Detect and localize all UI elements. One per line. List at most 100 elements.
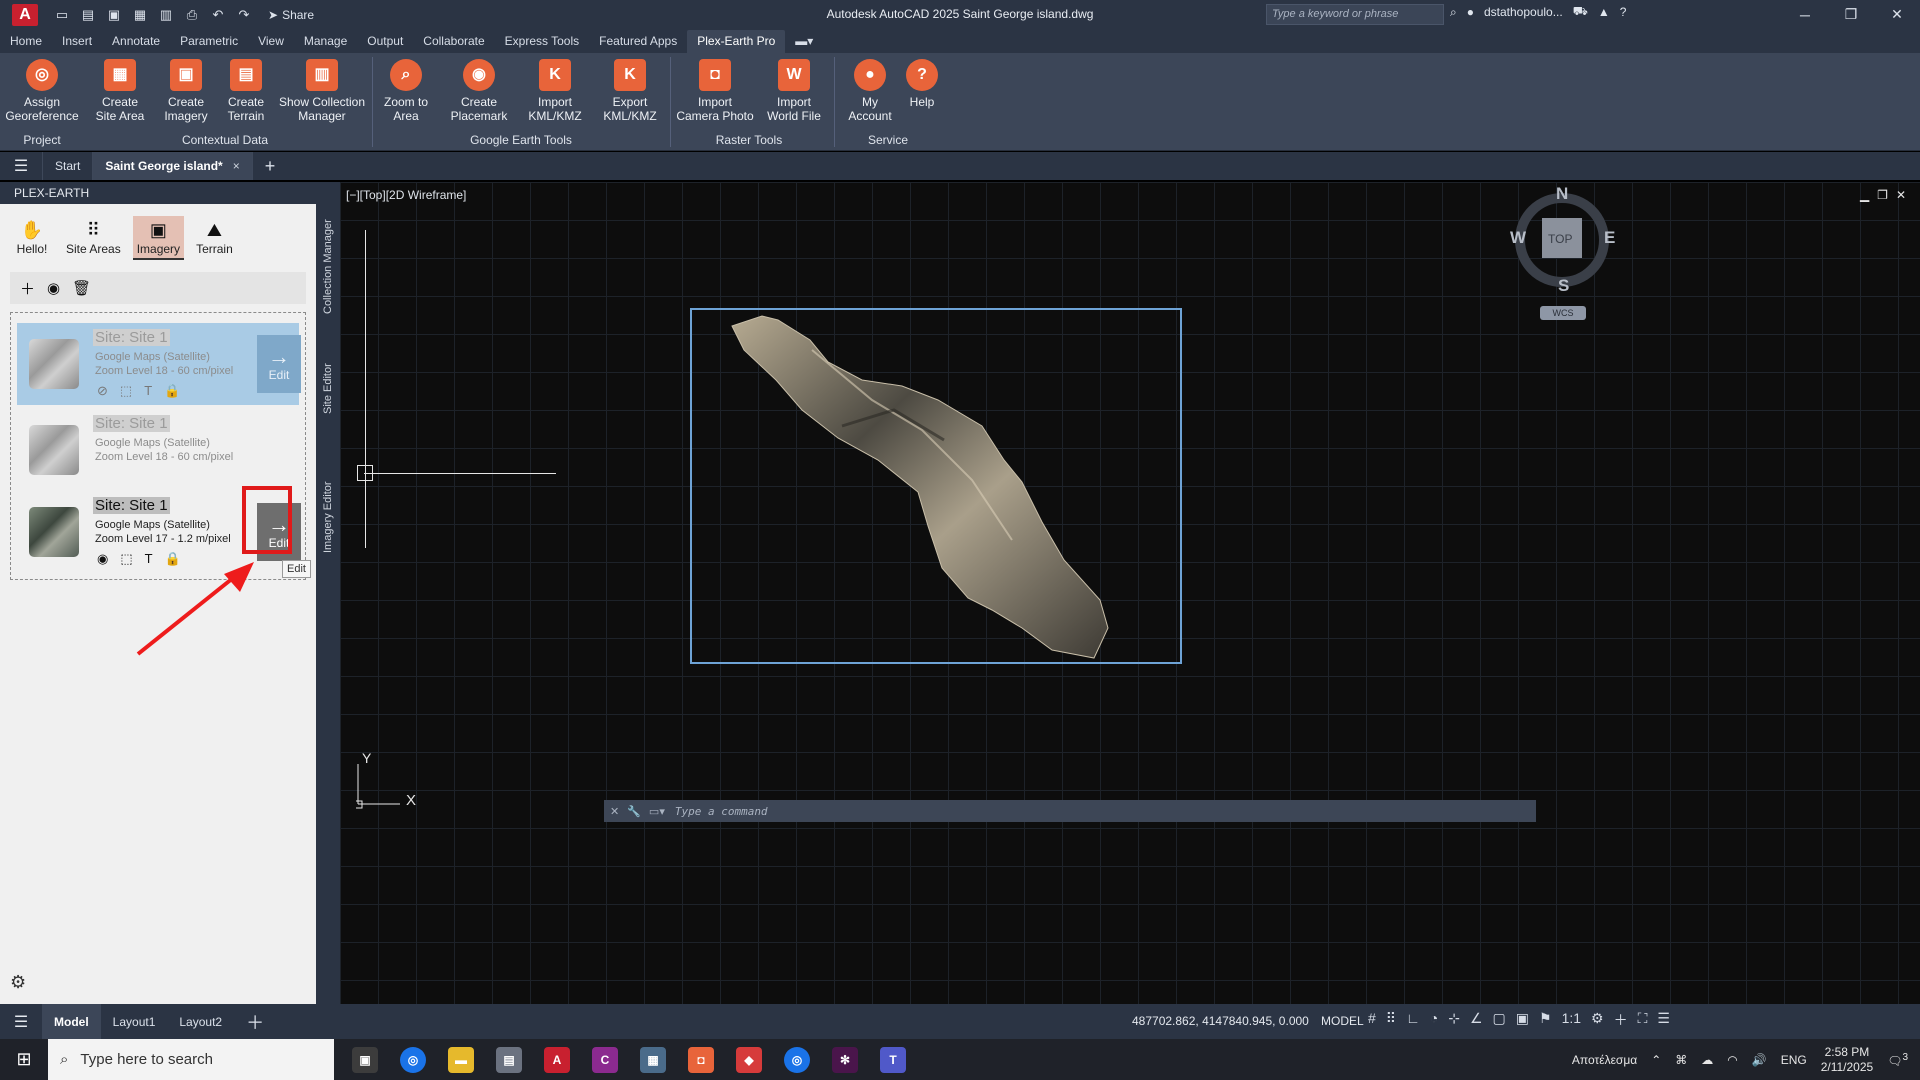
tab-site-areas[interactable]: ⠿ Site Areas <box>62 216 125 260</box>
autodesk-icon[interactable]: ▲ <box>1598 5 1610 19</box>
autocad-icon[interactable]: A <box>544 1046 570 1073</box>
wcs-menu[interactable]: WCS <box>1540 306 1586 320</box>
network-icon[interactable]: ⌘ <box>1675 1053 1687 1067</box>
tab-plex-earth-pro[interactable]: Plex-Earth Pro <box>687 30 786 53</box>
tab-home[interactable]: Home <box>0 30 52 53</box>
web-open-icon[interactable]: ▥ <box>156 6 176 24</box>
help-icon[interactable]: ? <box>1620 5 1627 19</box>
task-view-icon[interactable]: ▣ <box>352 1046 378 1073</box>
hamburger-menu-icon[interactable]: ☰ <box>0 156 42 176</box>
compass-west[interactable]: W <box>1510 228 1526 248</box>
zoom-to-area-button[interactable]: ⌕ Zoom to Area <box>376 59 436 123</box>
isolate-icon[interactable]: ⛶ <box>1638 1010 1648 1030</box>
transparency-icon[interactable]: ▢ <box>1493 1010 1506 1030</box>
minimize-icon[interactable]: ▁ <box>1860 188 1869 202</box>
tab-imagery[interactable]: ▣ Imagery <box>132 216 185 260</box>
drawing-canvas[interactable]: [−][Top][2D Wireframe] ▁ ❐ ✕ Y X N S E W… <box>340 182 1920 1004</box>
osnap-icon[interactable]: ⊹ <box>1448 1010 1460 1030</box>
teams-icon[interactable]: T <box>880 1046 906 1073</box>
notifications-icon[interactable]: 🗨3 <box>1887 1052 1908 1068</box>
help-button[interactable]: ? Help <box>906 59 938 109</box>
export-kml-button[interactable]: K Export KML/KMZ <box>598 59 662 123</box>
wifi-icon[interactable]: ◠ <box>1727 1053 1737 1067</box>
ribbon-options-icon[interactable]: ▬▾ <box>785 30 823 53</box>
text-icon[interactable]: T <box>144 383 152 399</box>
minimize-icon[interactable]: ─ <box>1782 0 1828 29</box>
tab-hello[interactable]: ✋ Hello! <box>10 216 54 260</box>
eye-icon[interactable]: ◉ <box>47 279 60 297</box>
gear-icon[interactable]: ⚙ <box>1591 1010 1604 1030</box>
model-space-toggle[interactable]: MODEL <box>1321 1014 1364 1028</box>
customize-icon[interactable]: ☰ <box>1657 1010 1670 1030</box>
import-world-file-button[interactable]: W Import World File <box>758 59 830 123</box>
onedrive-icon[interactable]: ☁ <box>1701 1053 1713 1067</box>
settings-gear-icon[interactable]: ⚙ <box>10 972 26 993</box>
keyword-search-input[interactable]: Type a keyword or phrase <box>1266 4 1444 25</box>
tab-model[interactable]: Model <box>42 1004 101 1039</box>
snap-icon[interactable]: ⠿ <box>1386 1010 1396 1030</box>
tab-insert[interactable]: Insert <box>52 30 102 53</box>
command-history-icon[interactable]: ▭▾ <box>649 805 665 818</box>
anydesk-icon[interactable]: ◆ <box>736 1046 762 1073</box>
taskbar-search-input[interactable]: ⌕ Type here to search <box>48 1039 334 1080</box>
open-icon[interactable]: ▤ <box>78 6 98 24</box>
viewcube[interactable]: N S E W TOP <box>1510 184 1615 295</box>
import-camera-photo-button[interactable]: ◘ Import Camera Photo <box>674 59 756 123</box>
viewcube-top-face[interactable]: TOP <box>1548 232 1572 246</box>
annotation-icon[interactable]: ⚑ <box>1539 1010 1552 1030</box>
tab-layout1[interactable]: Layout1 <box>101 1015 168 1029</box>
grid-icon[interactable]: # <box>1368 1010 1376 1030</box>
create-site-area-button[interactable]: ▦ Create Site Area <box>90 59 150 123</box>
wrench-icon[interactable]: 🔧 <box>627 805 641 818</box>
tab-collaborate[interactable]: Collaborate <box>413 30 494 53</box>
redo-icon[interactable]: ↷ <box>234 6 254 24</box>
restore-icon[interactable]: ❐ <box>1828 0 1874 29</box>
slack-icon[interactable]: ✻ <box>832 1046 858 1073</box>
eye-icon[interactable]: ◉ <box>97 551 108 567</box>
screenshot-tool-icon[interactable]: ◘ <box>688 1046 714 1073</box>
plus-icon[interactable]: ＋ <box>1614 1010 1628 1030</box>
hamburger-menu-icon[interactable]: ☰ <box>0 1012 42 1032</box>
viewport-label[interactable]: [−][Top][2D Wireframe] <box>346 188 466 202</box>
file-explorer-icon[interactable]: ▬ <box>448 1046 474 1073</box>
chevron-up-icon[interactable]: ⌃ <box>1651 1053 1661 1067</box>
site-area-boundary[interactable] <box>690 308 1182 664</box>
add-layout-icon[interactable]: ＋ <box>234 1009 276 1035</box>
tab-drawing[interactable]: Saint George island* × <box>92 152 252 180</box>
selection-cycle-icon[interactable]: ▣ <box>1516 1010 1529 1030</box>
lineweight-icon[interactable]: ∠ <box>1470 1010 1483 1030</box>
share-button[interactable]: ➤ Share <box>268 8 314 22</box>
polar-icon[interactable]: ◔ <box>1430 1010 1438 1030</box>
volume-icon[interactable]: 🔊 <box>1752 1053 1767 1067</box>
save-icon[interactable]: ▣ <box>104 6 124 24</box>
ortho-icon[interactable]: ∟ <box>1406 1010 1420 1030</box>
trash-icon[interactable]: 🗑 <box>72 279 91 297</box>
windows-start-icon[interactable]: ⊞ <box>0 1049 48 1070</box>
create-imagery-button[interactable]: ▣ Create Imagery <box>156 59 216 123</box>
search-icon[interactable]: ⌕ <box>1450 5 1457 20</box>
list-item[interactable]: Site: Site 1 Google Maps (Satellite) Zoo… <box>17 409 299 491</box>
close-icon[interactable]: ✕ <box>1874 0 1920 29</box>
network-drive-icon[interactable]: ▤ <box>496 1046 522 1073</box>
create-terrain-button[interactable]: ▤ Create Terrain <box>218 59 274 123</box>
tab-layout2[interactable]: Layout2 <box>167 1015 234 1029</box>
chrome-profile-icon[interactable]: ◎ <box>784 1046 810 1073</box>
tab-express-tools[interactable]: Express Tools <box>495 30 589 53</box>
chrome-icon[interactable]: ◎ <box>400 1046 426 1073</box>
saveas-icon[interactable]: ▦ <box>130 6 150 24</box>
civil3d-icon[interactable]: C <box>592 1046 618 1073</box>
compass-north[interactable]: N <box>1556 184 1568 204</box>
tab-terrain[interactable]: ⛰ Terrain <box>192 216 237 260</box>
new-tab-button[interactable]: + <box>251 152 288 180</box>
tab-view[interactable]: View <box>248 30 294 53</box>
restore-icon[interactable]: ❐ <box>1877 188 1888 202</box>
group-raster-tools[interactable]: Raster Tools <box>674 133 824 147</box>
close-icon[interactable]: ✕ <box>1896 188 1906 202</box>
my-account-button[interactable]: ● My Account <box>838 59 902 123</box>
import-kml-button[interactable]: K Import KML/KMZ <box>524 59 586 123</box>
new-icon[interactable]: ▭ <box>52 6 72 24</box>
user-name[interactable]: dstathopoulo... <box>1484 5 1563 19</box>
add-icon[interactable]: ＋ <box>20 278 35 299</box>
list-item[interactable]: Site: Site 1 Google Maps (Satellite) Zoo… <box>17 323 301 405</box>
plot-icon[interactable]: ⎙ <box>182 6 202 24</box>
